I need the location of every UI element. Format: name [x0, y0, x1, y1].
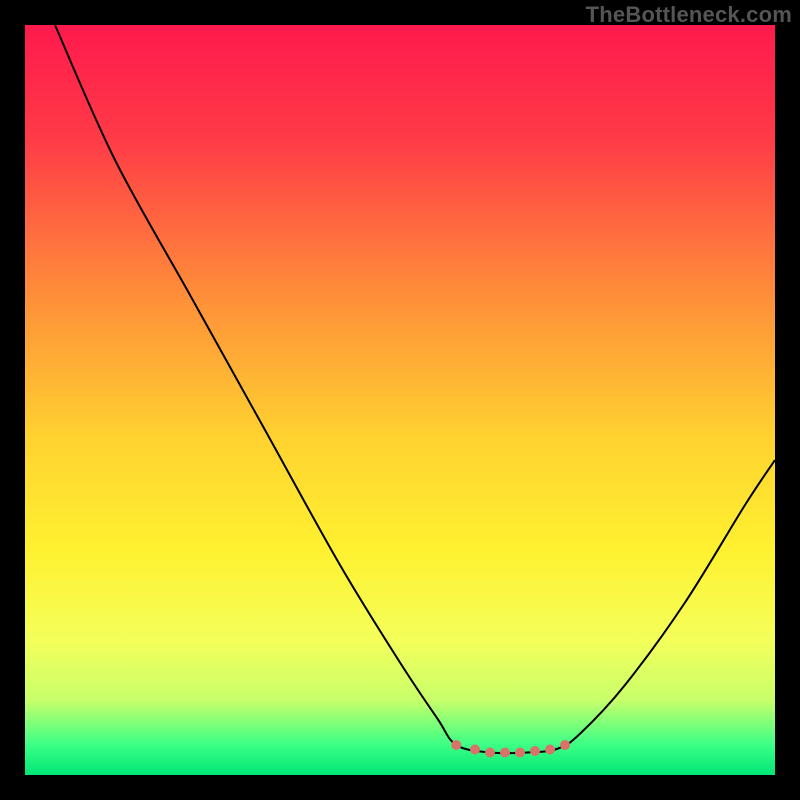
highlight-marker	[500, 748, 510, 758]
highlight-marker	[545, 745, 555, 755]
plot-area	[25, 25, 775, 775]
chart-svg	[25, 25, 775, 775]
highlight-marker	[470, 745, 480, 755]
highlight-marker	[530, 746, 540, 756]
highlight-marker	[560, 740, 570, 750]
highlight-marker	[485, 748, 495, 758]
highlight-marker	[451, 740, 461, 750]
highlight-marker	[515, 748, 525, 758]
chart-container: TheBottleneck.com	[0, 0, 800, 800]
watermark-text: TheBottleneck.com	[586, 2, 792, 28]
